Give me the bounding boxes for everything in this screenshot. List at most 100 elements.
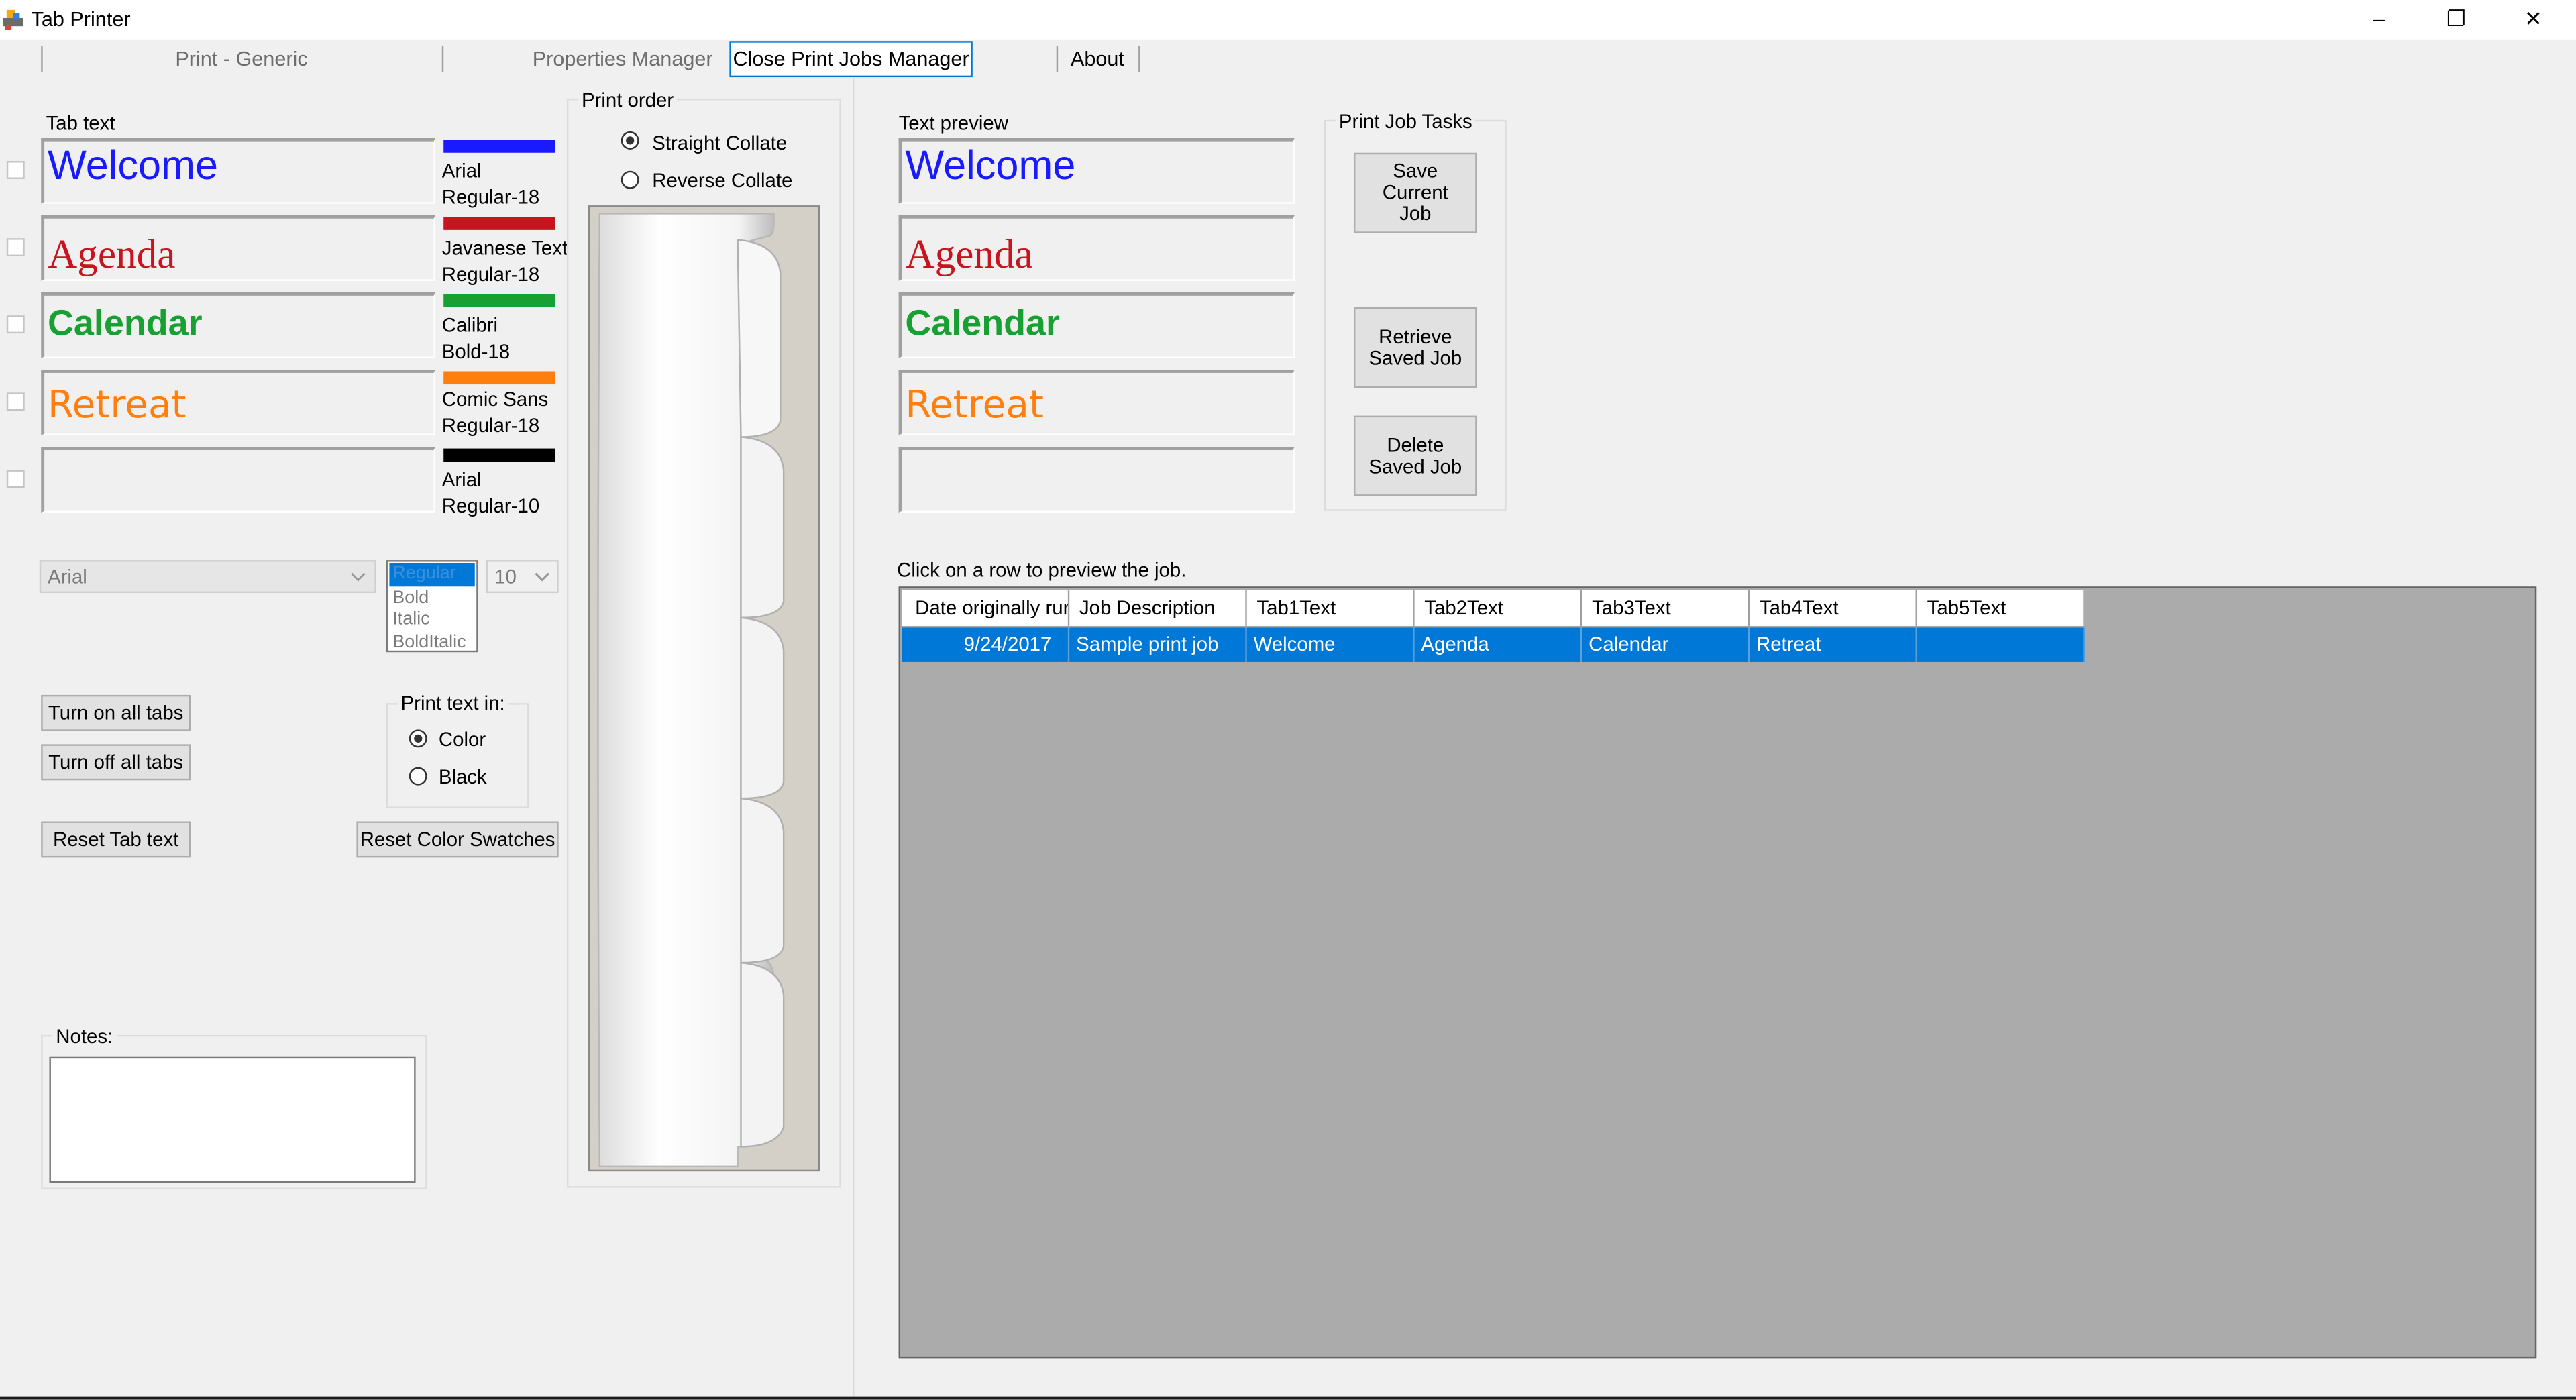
cell-tab2[interactable]: Agenda <box>1414 627 1582 662</box>
window-title: Tab Printer <box>31 8 131 32</box>
tab3-text-input[interactable]: Calendar <box>41 292 435 358</box>
tab2-font-style[interactable]: Regular-18 <box>442 261 539 287</box>
print-text-in-label: Print text in: <box>397 692 508 715</box>
tab4-enable-checkbox[interactable] <box>6 392 25 411</box>
tab-divider-preview <box>588 205 820 1172</box>
notes-label: Notes: <box>52 1025 117 1048</box>
tab1-color-swatch[interactable] <box>443 140 555 153</box>
tab5-color-swatch[interactable] <box>443 448 555 462</box>
column-header-job-description[interactable]: Job Description <box>1069 590 1247 628</box>
font-style-option[interactable]: Bold <box>388 588 476 610</box>
tab-divider-illustration <box>597 213 785 1168</box>
tab3-color-swatch[interactable] <box>443 294 555 307</box>
tab4-font-name[interactable]: Comic Sans <box>442 386 548 413</box>
tab5-font-name[interactable]: Arial <box>442 467 482 493</box>
tab2-text-input[interactable]: Agenda <box>41 215 435 281</box>
tab4-text-input[interactable]: Retreat <box>41 370 435 435</box>
column-header-tab3[interactable]: Tab3Text <box>1582 590 1750 628</box>
cell-tab3[interactable]: Calendar <box>1582 627 1750 662</box>
window-bottom-edge <box>0 1396 2576 1400</box>
tab-text-label: Tab text <box>46 111 115 135</box>
tab3-enable-checkbox[interactable] <box>6 315 25 334</box>
tab5-enable-checkbox[interactable] <box>6 470 25 488</box>
tab1-enable-checkbox[interactable] <box>6 161 25 179</box>
font-size-value: 10 <box>494 565 517 588</box>
turn-off-all-tabs-button[interactable]: Turn off all tabs <box>41 744 191 781</box>
menu-print-generic[interactable]: Print - Generic <box>44 44 439 74</box>
tab5-text-input[interactable] <box>41 447 435 513</box>
font-size-select[interactable]: 10 <box>486 560 559 594</box>
straight-collate-label[interactable]: Straight Collate <box>652 131 787 154</box>
color-radio[interactable] <box>409 729 427 748</box>
column-header-tab2[interactable]: Tab2Text <box>1414 590 1582 628</box>
title-bar: Tab Printer – ❐ ✕ <box>0 0 2576 40</box>
font-family-value: Arial <box>48 565 87 588</box>
column-header-tab4[interactable]: Tab4Text <box>1750 590 1917 628</box>
save-current-job-button[interactable]: Save Current Job <box>1353 152 1477 233</box>
text-preview-label: Text preview <box>898 111 1008 135</box>
cell-job-description[interactable]: Sample print job <box>1069 627 1247 662</box>
preview-tab1: Welcome <box>898 138 1295 204</box>
tab4-color-swatch[interactable] <box>443 371 555 385</box>
turn-on-all-tabs-button[interactable]: Turn on all tabs <box>41 694 191 731</box>
reset-tab-text-button[interactable]: Reset Tab text <box>41 821 191 858</box>
color-radio-label[interactable]: Color <box>439 728 486 751</box>
tab5-font-style[interactable]: Regular-10 <box>442 493 539 519</box>
menu-separator <box>1056 46 1059 72</box>
tab1-font-name[interactable]: Arial <box>442 158 482 184</box>
tab2-enable-checkbox[interactable] <box>6 238 25 257</box>
tab1-font-style[interactable]: Regular-18 <box>442 184 539 210</box>
tab1-text-input[interactable]: Welcome <box>41 138 435 204</box>
column-header-date[interactable]: Date originally run <box>902 590 1070 628</box>
font-style-option[interactable]: Italic <box>388 610 476 632</box>
print-text-in-group <box>386 703 529 808</box>
font-style-list[interactable]: Regular Bold Italic BoldItalic <box>386 560 478 654</box>
reset-color-swatches-button[interactable]: Reset Color Swatches <box>356 821 559 858</box>
panel-divider <box>853 78 855 1400</box>
reverse-collate-radio[interactable] <box>621 170 639 189</box>
tab2-color-swatch[interactable] <box>443 217 555 230</box>
menu-close-print-jobs-manager[interactable]: Close Print Jobs Manager <box>729 41 973 78</box>
menu-separator <box>441 46 444 72</box>
font-family-select[interactable]: Arial <box>39 560 376 594</box>
retrieve-saved-job-button[interactable]: Retrieve Saved Job <box>1353 307 1477 388</box>
cell-tab5[interactable] <box>1917 627 2085 662</box>
delete-saved-job-button[interactable]: Delete Saved Job <box>1353 415 1477 496</box>
grid-hint: Click on a row to preview the job. <box>897 558 1187 582</box>
cell-tab1[interactable]: Welcome <box>1246 627 1415 662</box>
menu-about[interactable]: About <box>1060 44 1136 74</box>
restore-button[interactable]: ❐ <box>2418 5 2494 34</box>
print-job-tasks-label: Print Job Tasks <box>1336 110 1476 133</box>
black-radio-label[interactable]: Black <box>439 765 487 788</box>
black-radio[interactable] <box>409 767 427 786</box>
table-row[interactable]: 9/24/2017 Sample print job Welcome Agend… <box>902 627 2085 662</box>
preview-tab5 <box>898 447 1295 513</box>
print-order-label: Print order <box>578 89 678 112</box>
tab3-font-style[interactable]: Bold-18 <box>442 338 510 364</box>
preview-tab4: Retreat <box>898 370 1295 435</box>
chevron-down-icon <box>351 572 366 582</box>
tab3-font-name[interactable]: Calibri <box>442 312 498 338</box>
column-header-tab1[interactable]: Tab1Text <box>1246 590 1415 628</box>
menu-separator <box>1138 46 1140 72</box>
cell-date[interactable]: 9/24/2017 <box>902 627 1070 662</box>
tab-printer-app-icon <box>3 9 23 30</box>
menu-separator <box>41 46 43 72</box>
reverse-collate-label[interactable]: Reverse Collate <box>652 169 792 192</box>
minimize-button[interactable]: – <box>2341 5 2417 34</box>
chevron-down-icon <box>535 572 550 582</box>
font-style-option-selected[interactable]: Regular <box>389 563 475 586</box>
notes-textarea[interactable] <box>49 1056 416 1183</box>
preview-tab2: Agenda <box>898 215 1295 281</box>
tab4-font-style[interactable]: Regular-18 <box>442 413 539 439</box>
column-header-tab5[interactable]: Tab5Text <box>1917 590 2085 628</box>
font-style-option[interactable]: BoldItalic <box>388 632 476 654</box>
preview-tab3: Calendar <box>898 292 1295 358</box>
menu-bar: Print - Generic Properties Manager Close… <box>0 40 2576 79</box>
print-jobs-grid[interactable]: Date originally run Job Description Tab1… <box>898 586 2537 1359</box>
close-button[interactable]: ✕ <box>2496 5 2571 34</box>
cell-tab4[interactable]: Retreat <box>1750 627 1917 662</box>
tab2-font-name[interactable]: Javanese Text <box>442 235 568 261</box>
menu-properties-manager[interactable]: Properties Manager <box>526 44 720 74</box>
straight-collate-radio[interactable] <box>621 131 639 150</box>
